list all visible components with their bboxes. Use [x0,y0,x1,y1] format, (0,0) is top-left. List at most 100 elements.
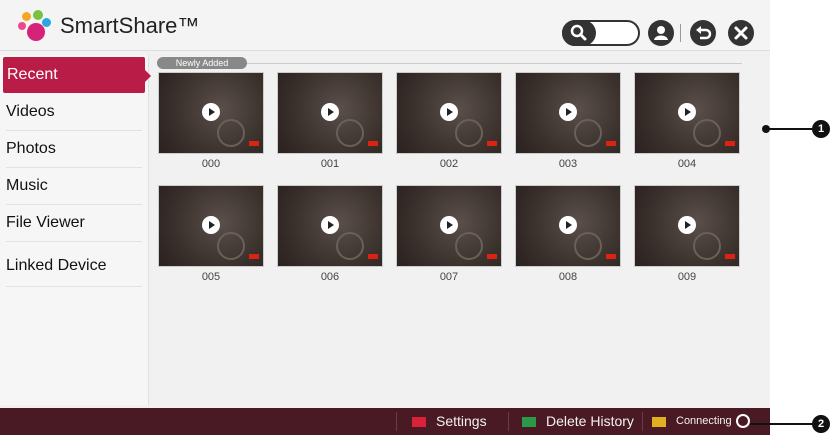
thumbnail-caption: 006 [320,271,340,283]
play-icon [440,216,458,234]
connecting-indicator-icon [736,414,750,428]
thumbnail-caption: 005 [201,271,221,283]
sidebar-item-label: Music [6,177,48,194]
thumbnail-image [158,72,264,154]
disc-icon [574,119,602,147]
sidebar-item-recent[interactable]: Recent [3,57,151,93]
media-thumbnail[interactable]: 006 [277,185,383,283]
back-icon[interactable] [690,20,716,46]
play-icon [678,216,696,234]
sidebar-item-label: Videos [6,103,55,120]
thumbnail-caption: 003 [558,158,578,170]
header: SmartShare™ [0,0,770,51]
sidebar: Recent Videos Photos Music File Viewer L… [0,55,151,405]
thumbnail-caption: 002 [439,158,459,170]
rec-badge [725,254,735,259]
thumbnail-caption: 008 [558,271,578,283]
play-icon [202,103,220,121]
callout-number-1: 1 [812,120,830,138]
sidebar-item-linked-device[interactable]: Linked Device [6,246,142,287]
media-thumbnail[interactable]: 009 [634,185,740,283]
disc-icon [455,232,483,260]
yellow-key-icon [652,417,666,427]
play-icon [678,103,696,121]
sidebar-item-label: Photos [6,140,56,157]
thumbnail-caption: 004 [677,158,697,170]
callout-line [768,128,815,130]
rec-badge [487,254,497,259]
app-title: SmartShare™ [60,13,200,38]
close-icon[interactable] [728,20,754,46]
smartshare-logo-icon [18,10,52,42]
play-icon [321,103,339,121]
sidebar-item-label: Linked Device [6,257,107,274]
play-icon [559,103,577,121]
media-thumbnail[interactable]: 003 [515,72,621,170]
thumbnail-image [277,72,383,154]
settings-button[interactable]: Settings [436,408,487,435]
rec-badge [606,254,616,259]
section-divider [247,63,742,64]
header-divider [680,24,681,42]
smartshare-screen: SmartShare™ Recent Videos Photos Music F… [0,0,770,435]
thumbnail-caption: 009 [677,271,697,283]
rec-badge [368,141,378,146]
user-icon[interactable] [648,20,674,46]
disc-icon [693,232,721,260]
play-icon [202,216,220,234]
sidebar-item-photos[interactable]: Photos [6,131,142,168]
callout-line [750,423,815,425]
thumbnail-caption: 000 [201,158,221,170]
disc-icon [693,119,721,147]
rec-badge [487,141,497,146]
thumbnail-image [515,72,621,154]
section-label: Newly Added [157,57,247,69]
rec-badge [249,254,259,259]
media-thumbnail[interactable]: 004 [634,72,740,170]
media-thumbnail[interactable]: 007 [396,185,502,283]
disc-icon [455,119,483,147]
bottom-bar-divider [508,412,509,431]
thumbnail-caption: 001 [320,158,340,170]
sidebar-item-videos[interactable]: Videos [6,94,142,131]
search-field[interactable] [562,20,640,46]
media-thumbnail[interactable]: 008 [515,185,621,283]
sidebar-item-file-viewer[interactable]: File Viewer [6,205,142,242]
media-thumbnail[interactable]: 001 [277,72,383,170]
thumbnail-image [634,72,740,154]
search-icon[interactable] [562,20,596,46]
bottom-bar-divider [396,412,397,431]
thumbnail-image [396,185,502,267]
play-icon [321,216,339,234]
callout-number-2: 2 [812,415,830,433]
rec-badge [725,141,735,146]
thumbnail-image [515,185,621,267]
media-thumbnail[interactable]: 002 [396,72,502,170]
disc-icon [217,119,245,147]
media-thumbnail[interactable]: 005 [158,185,264,283]
green-key-icon [522,417,536,427]
thumbnail-image [277,185,383,267]
connecting-button[interactable]: Connecting [676,408,732,435]
thumbnail-caption: 007 [439,271,459,283]
thumbnail-image [396,72,502,154]
red-key-icon [412,417,426,427]
thumbnail-image [634,185,740,267]
rec-badge [368,254,378,259]
delete-history-button[interactable]: Delete History [546,408,634,435]
rec-badge [606,141,616,146]
disc-icon [336,232,364,260]
disc-icon [336,119,364,147]
sidebar-item-label: File Viewer [6,214,85,231]
play-icon [559,216,577,234]
sidebar-item-label: Recent [7,66,58,83]
bottom-bar-divider [642,412,643,431]
rec-badge [249,141,259,146]
bottom-bar: Settings Delete History Connecting [0,408,770,435]
play-icon [440,103,458,121]
thumbnail-image [158,185,264,267]
sidebar-item-music[interactable]: Music [6,168,142,205]
media-thumbnail[interactable]: 000 [158,72,264,170]
disc-icon [217,232,245,260]
disc-icon [574,232,602,260]
